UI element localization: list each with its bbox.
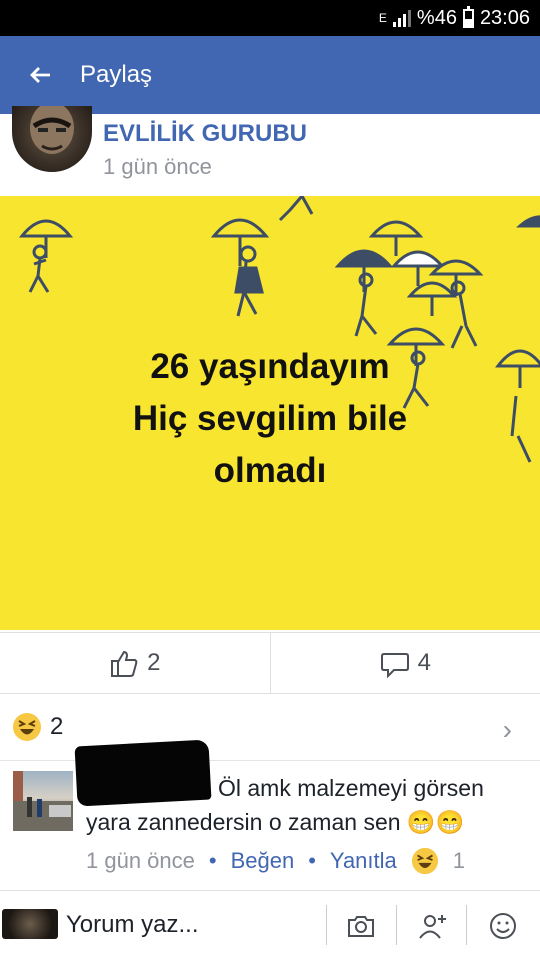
battery-percent: %46 (416, 6, 457, 29)
tag-friend-icon[interactable] (418, 911, 448, 941)
comment-composer: Yorum yaz... (0, 890, 540, 960)
group-avatar[interactable] (12, 106, 92, 172)
group-name-link[interactable]: EVLİLİK GURUBU (103, 120, 307, 148)
battery-icon (462, 5, 474, 28)
commenter-avatar[interactable] (13, 771, 73, 831)
post-text-line: Hiç sevgilim bile (132, 399, 408, 438)
haha-reaction-icon (13, 713, 41, 741)
thumbs-up-icon (111, 650, 138, 677)
page-title: Paylaş (80, 61, 153, 88)
post-image-text: 26 yaşındayım Hiç sevgilim bile olmadı (0, 341, 540, 497)
comment-like-link[interactable]: Beğen (231, 848, 295, 874)
camera-icon[interactable] (346, 911, 376, 941)
clock: 23:06 (479, 6, 530, 29)
status-bar: E %46 23:06 (0, 0, 540, 36)
comment-input[interactable]: Yorum yaz... (66, 911, 199, 939)
like-count-button[interactable]: 2 (0, 633, 270, 693)
post-header: EVLİLİK GURUBU 1 gün önce (0, 106, 540, 196)
engagement-bar: 2 4 (0, 632, 540, 694)
like-count: 2 (147, 649, 161, 676)
emoji-icon[interactable] (488, 911, 518, 941)
network-type-icon: E (378, 11, 387, 25)
comment-reply-link[interactable]: Yanıtla (330, 848, 397, 874)
post-timestamp[interactable]: 1 gün önce (103, 154, 212, 180)
comment-meta: 1 gün önce • Beğen • Yanıtla 1 (86, 847, 466, 875)
redaction-scribble (74, 739, 212, 807)
comment-count: 4 (417, 649, 431, 676)
app-bar: Paylaş (0, 36, 540, 114)
comment-bubble-icon (380, 653, 409, 678)
post-text-line: olmadı (213, 451, 327, 490)
my-avatar (2, 909, 58, 939)
haha-reaction-icon (411, 847, 438, 875)
chevron-right-icon[interactable]: › (503, 714, 512, 746)
post-image[interactable]: 26 yaşındayım Hiç sevgilim bile olmadı (0, 196, 540, 630)
post-text-line: 26 yaşındayım (150, 347, 390, 386)
reactions-row[interactable]: 2 › (0, 706, 540, 748)
reaction-count: 2 (50, 713, 64, 740)
comment-line: yara zannedersin o zaman sen 😁😁 (86, 809, 465, 835)
back-button[interactable] (0, 60, 80, 91)
comment-reaction-count: 1 (452, 848, 466, 873)
comment-timestamp: 1 gün önce (86, 848, 195, 873)
arrow-left-icon (30, 66, 50, 83)
comment-item: Öl amk malzemeyi görsen yara zannedersin… (0, 739, 540, 888)
signal-icon (392, 9, 411, 27)
comment-count-button[interactable]: 4 (269, 633, 540, 693)
